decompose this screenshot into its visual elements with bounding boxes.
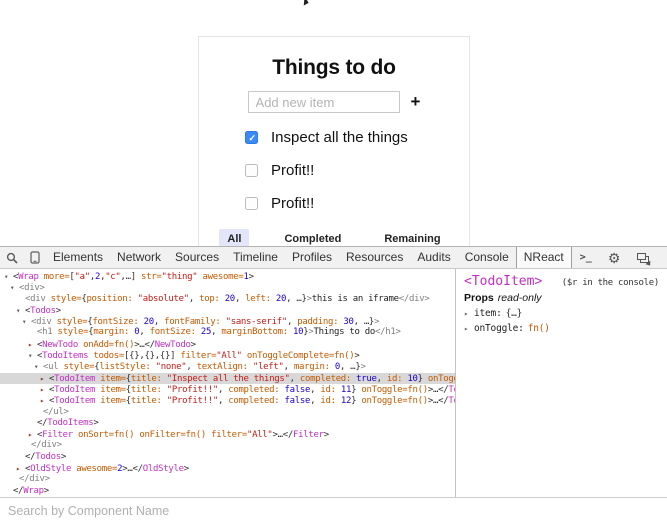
component-tree: ▾<Wrap more=["a",2,"c",…] str="thing" aw… <box>0 269 455 497</box>
tree-row[interactable]: ▾<TodoItems todos=[{},{},{}] filter="All… <box>0 350 455 361</box>
disclosure-expanded-icon[interactable]: ▾ <box>16 305 25 316</box>
disclosure-collapsed-icon[interactable]: ▸ <box>40 373 49 384</box>
checkbox-unchecked-icon[interactable] <box>245 164 258 177</box>
console-drawer-icon[interactable]: >_ <box>572 252 600 263</box>
tab-timeline[interactable]: Timeline <box>226 247 285 268</box>
gear-icon[interactable]: ⚙ <box>600 247 629 269</box>
screen: Things to do + Inspect all the things Pro… <box>0 0 667 523</box>
component-search-input[interactable] <box>0 504 667 518</box>
checkbox-checked-icon[interactable] <box>245 131 258 144</box>
inspect-search-icon[interactable] <box>0 247 24 269</box>
disclosure-collapsed-icon[interactable]: ▸ <box>464 309 474 318</box>
tree-row[interactable]: </div> <box>0 440 455 451</box>
tree-row[interactable]: ▾<ul style={listStyle: "none", textAlign… <box>0 361 455 372</box>
disclosure-collapsed-icon[interactable]: ▸ <box>28 429 37 440</box>
tree-row[interactable]: </div> <box>0 474 455 485</box>
disclosure-expanded-icon[interactable]: ▾ <box>10 282 19 293</box>
disclosure-collapsed-icon[interactable]: ▸ <box>28 339 37 350</box>
todo-row: Profit!! <box>245 163 469 178</box>
tree-row[interactable]: </ul> <box>0 407 455 418</box>
console-hint: ($r in the console) <box>562 278 659 288</box>
devtools-panel: ElementsNetworkSourcesTimelineProfilesRe… <box>0 246 667 523</box>
prop-entry[interactable]: ▸onToggle: fn() <box>464 323 659 334</box>
selected-component-title: <TodoItem> <box>464 274 542 289</box>
tree-row[interactable]: </TodoItems> <box>0 418 455 429</box>
tab-resources[interactable]: Resources <box>339 247 410 268</box>
tab-nreact[interactable]: NReact <box>516 247 572 268</box>
tree-row[interactable]: ▸<TodoItem item={title: "Profit!!", comp… <box>0 384 455 395</box>
disclosure-collapsed-icon[interactable]: ▸ <box>40 395 49 406</box>
disclosure-collapsed-icon[interactable]: ▸ <box>464 324 474 333</box>
page-title: Things to do <box>199 56 469 80</box>
tree-row[interactable]: ▸<Filter onSort=fn() onFilter=fn() filte… <box>0 429 455 440</box>
tree-row[interactable]: ▸<OldStyle awesome=2>…</OldStyle> <box>0 463 455 474</box>
disclosure-collapsed-icon[interactable]: ▸ <box>16 463 25 474</box>
todo-label: Profit!! <box>271 195 314 212</box>
todo-row: Profit!! <box>245 196 469 211</box>
mouse-cursor <box>302 0 310 7</box>
todo-label: Inspect all the things <box>271 129 408 146</box>
tab-profiles[interactable]: Profiles <box>285 247 339 268</box>
add-item-button[interactable]: + <box>411 92 421 112</box>
props-heading: Propsread-only <box>464 292 659 304</box>
disclosure-expanded-icon[interactable]: ▾ <box>4 271 13 282</box>
disclosure-expanded-icon[interactable]: ▾ <box>34 361 43 372</box>
tab-console[interactable]: Console <box>458 247 516 268</box>
disclosure-expanded-icon[interactable]: ▾ <box>28 350 37 361</box>
disclosure-collapsed-icon[interactable]: ▸ <box>40 384 49 395</box>
tree-row[interactable]: ▸<TodoItem item={title: "Profit!!", comp… <box>0 395 455 406</box>
devtools-main: ▾<Wrap more=["a",2,"c",…] str="thing" aw… <box>0 269 667 497</box>
prop-entry[interactable]: ▸item: {…} <box>464 308 659 319</box>
tree-row[interactable]: ▾<div style={fontSize: 20, fontFamily: "… <box>0 316 455 327</box>
tree-row[interactable]: ▸<TodoItem item={title: "Inspect all the… <box>0 373 455 384</box>
tree-row[interactable]: </Todos> <box>0 452 455 463</box>
checkbox-unchecked-icon[interactable] <box>245 197 258 210</box>
devtools-toolbar: ElementsNetworkSourcesTimelineProfilesRe… <box>0 247 667 269</box>
todo-list: Inspect all the things Profit!! Profit!! <box>245 130 469 211</box>
close-icon[interactable]: ✕ <box>659 251 667 265</box>
dock-side-icon[interactable] <box>637 253 650 263</box>
prop-value: {…} <box>506 308 523 319</box>
tab-network[interactable]: Network <box>110 247 168 268</box>
add-item-input[interactable] <box>248 91 400 113</box>
todo-label: Profit!! <box>271 162 314 179</box>
search-bar <box>0 497 667 523</box>
tab-sources[interactable]: Sources <box>168 247 226 268</box>
toolbar-right-icons: >_ ⚙ ✕ <box>572 247 667 269</box>
tree-row[interactable]: ▾<div> <box>0 282 455 293</box>
tab-elements[interactable]: Elements <box>46 247 110 268</box>
prop-key: item: <box>474 308 502 319</box>
tree-row[interactable]: <h1 style={margin: 0, fontSize: 25, marg… <box>0 327 455 338</box>
tree-row[interactable]: ▸<NewTodo onAdd=fn()>…</NewTodo> <box>0 339 455 350</box>
tree-row[interactable]: ▾<Todos> <box>0 305 455 316</box>
todo-row: Inspect all the things <box>245 130 469 145</box>
tree-row[interactable]: ▾<Wrap more=["a",2,"c",…] str="thing" aw… <box>0 271 455 282</box>
props-sidebar: <TodoItem> ($r in the console) Propsread… <box>456 269 667 497</box>
prop-value: fn() <box>528 323 550 334</box>
prop-key: onToggle: <box>474 323 524 334</box>
sidebar-header: <TodoItem> ($r in the console) <box>464 274 659 289</box>
disclosure-expanded-icon[interactable]: ▾ <box>22 316 31 327</box>
add-item-row: + <box>199 91 469 113</box>
todo-app-iframe: Things to do + Inspect all the things Pro… <box>198 36 470 246</box>
device-mode-icon[interactable] <box>24 247 46 269</box>
props-list: ▸item: {…} ▸onToggle: fn() <box>464 308 659 334</box>
tree-row[interactable]: <div style={position: "absolute", top: 2… <box>0 294 455 305</box>
devtools-tabs: ElementsNetworkSourcesTimelineProfilesRe… <box>46 247 572 268</box>
tab-audits[interactable]: Audits <box>410 247 457 268</box>
tree-row[interactable]: </Wrap> <box>0 486 455 497</box>
